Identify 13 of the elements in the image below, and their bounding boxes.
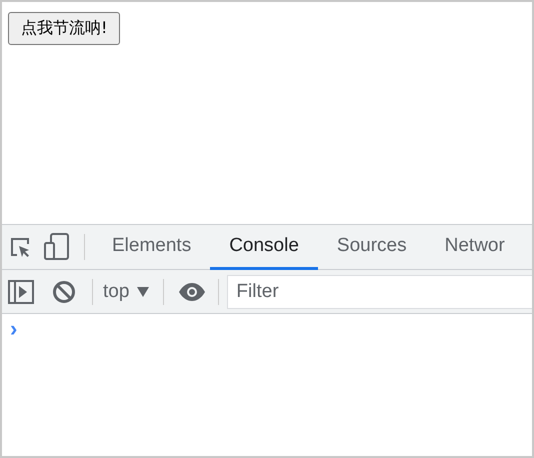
eye-icon[interactable] xyxy=(178,282,206,300)
throttle-button[interactable]: 点我节流呐! xyxy=(8,12,120,45)
caret-icon xyxy=(137,286,150,296)
sidebar-toggle-icon[interactable] xyxy=(8,280,34,304)
inspect-icon[interactable] xyxy=(8,235,32,259)
device-toggle-icon[interactable] xyxy=(44,233,70,261)
devtools-tab[interactable]: Sources xyxy=(318,225,426,270)
devtools-tab[interactable]: Networ xyxy=(426,225,524,270)
filter-field[interactable]: Filter xyxy=(227,274,532,308)
clear-console-icon[interactable] xyxy=(52,280,76,304)
console-prompt: › xyxy=(9,315,18,343)
devtools-tab[interactable]: Elements xyxy=(93,225,210,270)
context-dropdown[interactable]: top xyxy=(97,280,156,302)
